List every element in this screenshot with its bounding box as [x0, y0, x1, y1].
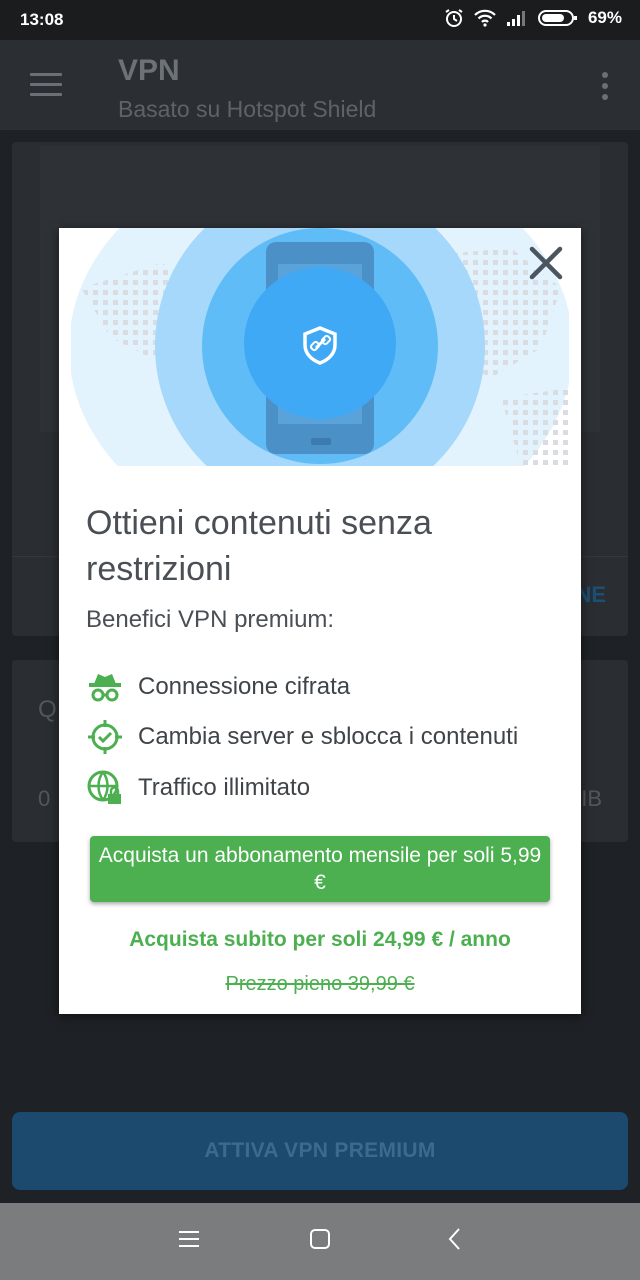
globe-lock-icon	[87, 770, 121, 804]
signal-icon	[506, 11, 525, 26]
premium-dialog: Ottieni contenuti senza restrizioni Bene…	[59, 228, 581, 1014]
status-bar: 13:08 69%	[0, 0, 640, 40]
background-value-fragment: 0	[38, 786, 51, 811]
buy-yearly-link[interactable]: Acquista subito per soli 24,99 € / anno	[59, 928, 581, 952]
benefits-title: Benefici VPN premium:	[86, 606, 335, 633]
app-bar: VPN Basato su Hotspot Shield	[0, 40, 640, 130]
dialog-headline: Ottieni contenuti senza restrizioni	[86, 504, 432, 588]
close-icon[interactable]	[527, 244, 565, 282]
battery-percent: 69%	[587, 8, 622, 27]
activate-premium-button[interactable]: ATTIVA VPN PREMIUM	[12, 1112, 628, 1190]
dialog-illustration	[71, 228, 569, 466]
battery-icon	[537, 10, 577, 26]
vpn-illustration	[71, 228, 569, 466]
menu-icon[interactable]	[30, 73, 62, 97]
location-check-icon	[88, 720, 122, 754]
feature-label: Connessione cifrata	[138, 673, 351, 700]
full-price: Prezzo pieno 39,99 €	[225, 973, 415, 995]
recent-apps-icon[interactable]	[178, 1227, 200, 1251]
status-time: 13:08	[20, 10, 64, 29]
buy-monthly-button[interactable]: Acquista un abbonamento mensile per soli…	[90, 836, 550, 902]
app-title: VPN	[118, 54, 180, 87]
system-nav-bar	[0, 1203, 640, 1280]
feature-change-server: Cambia server e sblocca i contenuti	[86, 718, 518, 756]
alarm-icon	[445, 9, 463, 27]
background-unit-fragment: IB	[581, 786, 602, 811]
buy-monthly-label: Acquista un abbonamento mensile per soli…	[98, 844, 542, 894]
feature-label: Traffico illimitato	[138, 774, 311, 801]
incognito-icon	[89, 674, 121, 702]
overflow-menu-icon[interactable]	[602, 72, 610, 105]
wifi-icon	[474, 9, 496, 27]
feature-unlimited-traffic: Traffico illimitato	[86, 769, 310, 807]
home-icon[interactable]	[309, 1227, 331, 1251]
feature-encrypted: Connessione cifrata	[86, 668, 350, 706]
background-label-fragment: Q	[38, 696, 57, 723]
back-icon[interactable]	[444, 1227, 466, 1251]
app-subtitle: Basato su Hotspot Shield	[118, 96, 377, 122]
feature-label: Cambia server e sblocca i contenuti	[138, 723, 519, 750]
